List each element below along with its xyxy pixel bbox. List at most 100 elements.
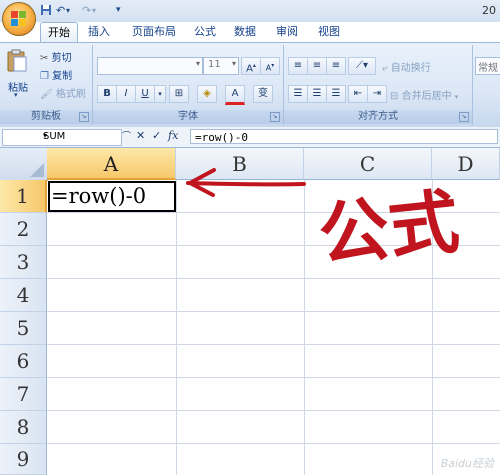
tab-insert[interactable]: 插入	[82, 22, 116, 42]
number-group: 常规	[473, 45, 500, 125]
formula-bar: SUM ▾ ⌒ ✕ ✓ fx =row()-0	[0, 127, 500, 148]
align-center-icon[interactable]: ☰	[307, 85, 327, 103]
title-bar: ↶ ▾ ↷ ▾ ▾ 20	[0, 0, 500, 22]
bold-button[interactable]: B	[97, 85, 117, 103]
paste-icon	[7, 49, 27, 72]
watermark: Baidu经验	[440, 457, 494, 470]
number-format-select[interactable]: 常规	[475, 57, 500, 75]
window-title: 20	[482, 4, 496, 17]
format-painter-label: 格式刷	[55, 89, 86, 100]
copy-label: 复制	[52, 71, 73, 82]
copy-icon: ❐	[40, 71, 49, 82]
underline-dropdown-icon[interactable]: ▾	[154, 85, 166, 103]
align-left-icon[interactable]: ☰	[288, 85, 308, 103]
gridline	[304, 180, 305, 475]
text-cursor	[174, 186, 175, 208]
font-name-select[interactable]: ▾	[97, 57, 203, 75]
row-header-9[interactable]: 9	[0, 444, 47, 475]
office-logo-icon	[11, 11, 27, 27]
ribbon: 粘贴 ▾ ✂ 剪切 ❐ 复制 🖌 格式刷 剪贴板 ↘ ▾ 11 ▾ A▴ A▾ …	[0, 42, 500, 128]
align-right-icon[interactable]: ☰	[326, 85, 346, 103]
merge-center-label: 合并后居中	[401, 91, 452, 102]
font-size-dropdown-icon: ▾	[231, 59, 236, 68]
grow-font-button[interactable]: A▴	[241, 57, 261, 75]
orientation-icon[interactable]: ⟋▾	[348, 57, 376, 75]
align-top-icon[interactable]: ≡	[288, 57, 308, 75]
borders-icon[interactable]: ⊞	[169, 85, 189, 103]
format-painter-icon: 🖌	[40, 89, 53, 100]
decrease-indent-icon[interactable]: ⇤	[348, 85, 368, 103]
paste-button[interactable]: 粘贴 ▾	[6, 49, 32, 99]
active-cell-a1[interactable]: =row()-0	[48, 181, 176, 212]
office-button[interactable]	[2, 2, 36, 36]
row-header-5[interactable]: 5	[0, 312, 47, 345]
scissors-icon: ✂	[40, 53, 49, 64]
formula-tools: ⌒ ✕ ✓ fx	[122, 129, 188, 144]
formula-input[interactable]: =row()-0	[190, 129, 498, 144]
tab-page-layout[interactable]: 页面布局	[126, 22, 182, 42]
column-header-b[interactable]: B	[176, 148, 304, 180]
redo-dropdown-icon[interactable]: ▾	[92, 6, 96, 20]
merge-center-button[interactable]: ⊟ 合并后居中 ▾	[390, 87, 458, 102]
alignment-launcher-icon[interactable]: ↘	[459, 112, 469, 122]
font-size-select[interactable]: 11 ▾	[203, 57, 239, 75]
alignment-group: ≡ ≡ ≡ ⟋▾ ⤶ 自动换行 ☰ ☰ ☰ ⇤ ⇥ ⊟ 合并后居中 ▾ 对齐方式…	[284, 45, 473, 125]
name-box-dropdown-icon[interactable]: ▾	[43, 131, 119, 140]
tab-review[interactable]: 审阅	[272, 22, 302, 42]
align-middle-icon[interactable]: ≡	[307, 57, 327, 75]
number-format-value: 常规	[478, 63, 498, 74]
paste-label: 粘贴	[8, 83, 28, 94]
column-header-c[interactable]: C	[304, 148, 432, 180]
customize-qat-icon[interactable]: ▾	[116, 5, 121, 19]
redo-icon[interactable]: ↷	[82, 4, 91, 18]
wrap-text-label: 自动换行	[390, 63, 431, 74]
merge-center-dropdown-icon: ▾	[454, 93, 459, 101]
row-header-3[interactable]: 3	[0, 246, 47, 279]
tab-formulas[interactable]: 公式	[190, 22, 220, 42]
phonetic-button[interactable]: 变	[253, 85, 273, 103]
worksheet-grid: A B C D 1 2 3 4 5 6 7 8 9 =row()-0	[0, 148, 500, 475]
font-launcher-icon[interactable]: ↘	[270, 112, 280, 122]
cancel-formula-icon[interactable]: ✕	[136, 129, 145, 142]
row-header-8[interactable]: 8	[0, 411, 47, 444]
row-header-6[interactable]: 6	[0, 345, 47, 378]
select-all-button[interactable]	[0, 148, 48, 181]
clipboard-launcher-icon[interactable]: ↘	[79, 112, 89, 122]
format-painter-button[interactable]: 🖌 格式刷	[40, 85, 86, 100]
undo-icon[interactable]: ↶	[56, 4, 65, 18]
column-header-d[interactable]: D	[432, 148, 500, 180]
cut-button[interactable]: ✂ 剪切	[40, 49, 72, 64]
gridline	[432, 180, 433, 475]
tab-view[interactable]: 视图	[314, 22, 344, 42]
insert-function-icon[interactable]: fx	[168, 129, 178, 142]
shrink-font-button[interactable]: A▾	[260, 57, 280, 75]
wrap-text-button[interactable]: ⤶ 自动换行	[382, 59, 431, 74]
column-header-a[interactable]: A	[47, 148, 176, 180]
formula-bar-grip-icon: ⌒	[122, 132, 132, 142]
enter-formula-icon[interactable]: ✓	[152, 129, 161, 142]
font-group: ▾ 11 ▾ A▴ A▾ B I U ▾ ⊞ ◈ A 变 字体 ↘	[93, 45, 284, 125]
ribbon-tabs: 开始 插入 页面布局 公式 数据 审阅 视图	[38, 22, 500, 43]
clipboard-group: 粘贴 ▾ ✂ 剪切 ❐ 复制 🖌 格式刷 剪贴板 ↘	[0, 45, 93, 125]
row-header-2[interactable]: 2	[0, 213, 47, 246]
font-size-value: 11	[208, 59, 221, 70]
cut-label: 剪切	[51, 53, 72, 64]
italic-button[interactable]: I	[116, 85, 136, 103]
underline-button[interactable]: U	[135, 85, 155, 103]
fill-color-icon[interactable]: ◈	[197, 85, 217, 103]
undo-dropdown-icon[interactable]: ▾	[66, 6, 70, 20]
tab-home[interactable]: 开始	[40, 22, 78, 43]
increase-indent-icon[interactable]: ⇥	[367, 85, 387, 103]
row-header-7[interactable]: 7	[0, 378, 47, 411]
name-box[interactable]: SUM ▾	[2, 129, 122, 146]
row-header-4[interactable]: 4	[0, 279, 47, 312]
row-header-1[interactable]: 1	[0, 180, 47, 213]
wrap-text-icon: ⤶	[382, 63, 388, 74]
copy-button[interactable]: ❐ 复制	[40, 67, 72, 82]
save-icon[interactable]	[40, 4, 52, 18]
tab-data[interactable]: 数据	[230, 22, 260, 42]
gridline	[176, 180, 177, 475]
align-bottom-icon[interactable]: ≡	[326, 57, 346, 75]
font-color-button[interactable]: A	[225, 85, 245, 105]
alignment-group-label: 对齐方式	[284, 110, 472, 124]
